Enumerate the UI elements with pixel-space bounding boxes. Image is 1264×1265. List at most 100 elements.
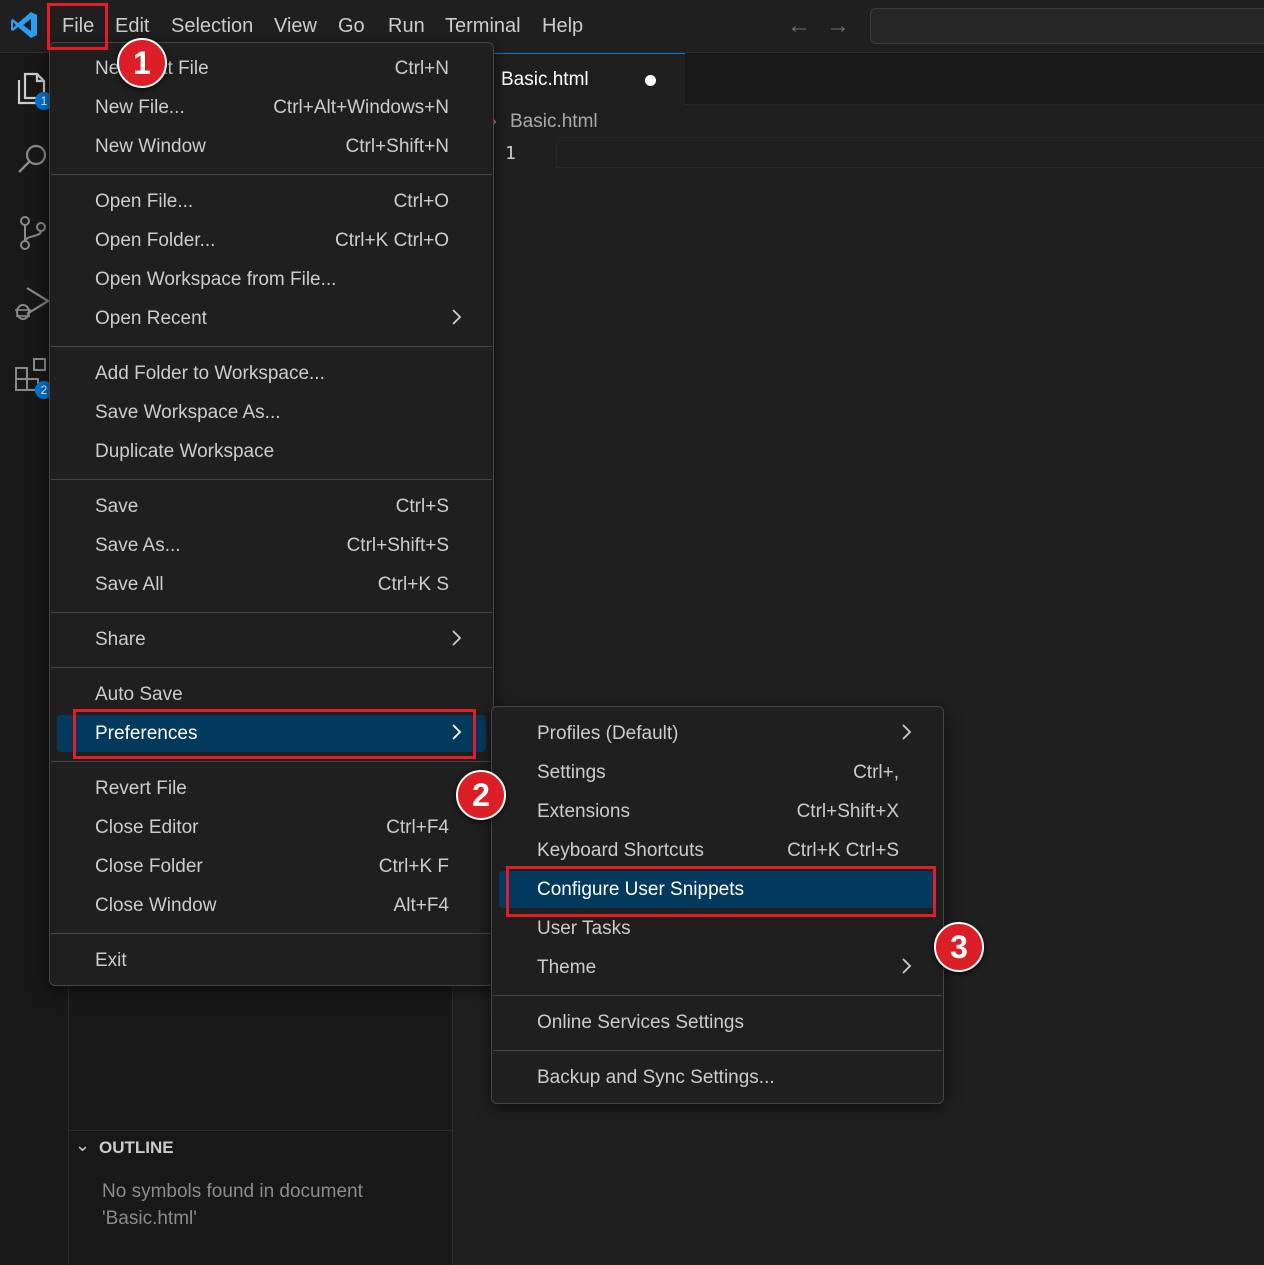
menu-item-profiles[interactable]: Profiles (Default): [499, 715, 936, 752]
line-number: 1: [505, 143, 516, 164]
menu-item-shortcut: Ctrl+N: [394, 58, 449, 79]
tab-label: Basic.html: [501, 69, 589, 90]
chevron-right-icon: [902, 724, 912, 740]
menu-item-shortcut: Ctrl+O: [393, 191, 449, 212]
menu-item-keyboard-shortcuts[interactable]: Keyboard Shortcuts Ctrl+K Ctrl+S: [499, 832, 936, 869]
step-2-badge: 2: [456, 770, 506, 820]
menu-item-shortcut: Ctrl+K Ctrl+O: [334, 230, 449, 251]
menu-item-open-workspace[interactable]: Open Workspace from File...: [57, 261, 486, 298]
menu-item-open-recent[interactable]: Open Recent: [57, 300, 486, 337]
menu-selection[interactable]: Selection: [168, 12, 256, 40]
menu-separator: [51, 174, 492, 175]
menu-item-open-file[interactable]: Open File... Ctrl+O: [57, 183, 486, 220]
menu-item-label: Extensions: [537, 801, 630, 822]
step-1-badge: 1: [117, 38, 167, 88]
chevron-right-icon: [452, 309, 462, 325]
menu-item-settings[interactable]: Settings Ctrl+,: [499, 754, 936, 791]
menu-item-add-folder[interactable]: Add Folder to Workspace...: [57, 355, 486, 392]
menu-separator: [493, 995, 942, 996]
menu-item-label: Open File...: [95, 191, 194, 212]
menu-item-save[interactable]: Save Ctrl+S: [57, 488, 486, 525]
menu-item-save-workspace-as[interactable]: Save Workspace As...: [57, 394, 486, 431]
chevron-right-icon: [902, 958, 912, 974]
menu-item-label: Close Editor: [95, 817, 199, 838]
menu-item-label: Add Folder to Workspace...: [95, 363, 325, 384]
menu-item-label: Save Workspace As...: [95, 402, 281, 423]
menu-edit[interactable]: Edit: [112, 12, 152, 40]
unsaved-dot-icon[interactable]: [645, 75, 656, 86]
highlight-file-menu: [47, 3, 108, 50]
menu-item-label: Duplicate Workspace: [95, 441, 275, 462]
menu-item-label: Settings: [537, 762, 606, 783]
chevron-down-icon[interactable]: ⌄: [75, 1135, 90, 1156]
editor-tab-bar: Basic.html: [453, 53, 1264, 106]
menu-item-label: Close Window: [95, 895, 217, 916]
menu-item-label: Online Services Settings: [537, 1012, 744, 1033]
menu-separator: [493, 1050, 942, 1051]
menu-item-label: New Window: [95, 136, 206, 157]
outline-title: OUTLINE: [99, 1138, 174, 1157]
menu-item-label: Auto Save: [95, 684, 183, 705]
menu-separator: [51, 479, 492, 480]
step-3-badge: 3: [934, 922, 984, 972]
menu-item-duplicate-workspace[interactable]: Duplicate Workspace: [57, 433, 486, 470]
menu-item-new-window[interactable]: New Window Ctrl+Shift+N: [57, 128, 486, 165]
menu-item-label: Open Folder...: [95, 230, 216, 251]
menu-item-share[interactable]: Share: [57, 621, 486, 658]
menu-separator: [51, 612, 492, 613]
file-menu: New Text File Ctrl+N New File... Ctrl+Al…: [49, 42, 494, 986]
menu-item-save-all[interactable]: Save All Ctrl+K S: [57, 566, 486, 603]
outline-empty-message: No symbols found in document 'Basic.html…: [102, 1181, 363, 1229]
menu-separator: [51, 933, 492, 934]
menu-item-label: Save As...: [95, 535, 181, 556]
search-icon[interactable]: [13, 139, 53, 179]
menu-item-backup-sync-settings[interactable]: Backup and Sync Settings...: [499, 1059, 936, 1096]
menu-item-label: Share: [95, 629, 146, 650]
breadcrumb[interactable]: Basic.html: [510, 111, 598, 133]
menu-separator: [51, 761, 492, 762]
menu-item-shortcut: Ctrl+K Ctrl+S: [787, 840, 899, 861]
menu-item-label: Exit: [95, 950, 127, 971]
menu-item-exit[interactable]: Exit: [57, 942, 486, 979]
menu-item-label: Save All: [95, 574, 164, 595]
menu-view[interactable]: View: [271, 12, 320, 40]
menu-help[interactable]: Help: [539, 12, 586, 40]
menu-run[interactable]: Run: [385, 12, 428, 40]
menu-separator: [51, 346, 492, 347]
source-control-icon[interactable]: [13, 213, 53, 253]
menu-item-label: Theme: [537, 957, 597, 978]
menu-item-label: Close Folder: [95, 856, 203, 877]
menu-item-auto-save[interactable]: Auto Save: [57, 676, 486, 713]
menu-item-new-file[interactable]: New File... Ctrl+Alt+Windows+N: [57, 89, 486, 126]
menu-item-open-folder[interactable]: Open Folder... Ctrl+K Ctrl+O: [57, 222, 486, 259]
menu-terminal[interactable]: Terminal: [442, 12, 524, 40]
menu-separator: [51, 667, 492, 668]
chevron-right-icon: [452, 630, 462, 646]
tab-basic-html[interactable]: Basic.html: [493, 53, 685, 106]
menu-item-label: Revert File: [95, 778, 187, 799]
menu-go[interactable]: Go: [335, 12, 368, 40]
menu-item-save-as[interactable]: Save As... Ctrl+Shift+S: [57, 527, 486, 564]
menu-item-close-editor[interactable]: Close Editor Ctrl+F4: [57, 809, 486, 846]
menu-item-theme[interactable]: Theme: [499, 949, 936, 986]
menu-item-close-folder[interactable]: Close Folder Ctrl+K F: [57, 848, 486, 885]
menu-item-label: Keyboard Shortcuts: [537, 840, 704, 861]
menu-item-extensions[interactable]: Extensions Ctrl+Shift+X: [499, 793, 936, 830]
outline-section-header[interactable]: ⌄ OUTLINE: [69, 1130, 452, 1163]
menu-item-revert-file[interactable]: Revert File: [57, 770, 486, 807]
menu-item-shortcut: Ctrl+Shift+S: [346, 535, 449, 556]
back-arrow-icon[interactable]: ←: [787, 14, 811, 38]
menu-item-label: Save: [95, 496, 139, 517]
menu-item-shortcut: Alt+F4: [393, 895, 449, 916]
code-editor-current-line[interactable]: [556, 137, 1264, 168]
vscode-logo-icon[interactable]: [9, 10, 39, 40]
menu-item-close-window[interactable]: Close Window Alt+F4: [57, 887, 486, 924]
menu-item-online-services-settings[interactable]: Online Services Settings: [499, 1004, 936, 1041]
menu-item-shortcut: Ctrl+S: [395, 496, 449, 517]
forward-arrow-icon[interactable]: →: [826, 14, 850, 38]
command-center-search[interactable]: [870, 8, 1264, 44]
menu-item-shortcut: Ctrl+Shift+X: [796, 801, 899, 822]
run-debug-icon[interactable]: [13, 283, 53, 323]
menu-item-label: User Tasks: [537, 918, 631, 939]
menu-item-label: Open Workspace from File...: [95, 269, 337, 290]
